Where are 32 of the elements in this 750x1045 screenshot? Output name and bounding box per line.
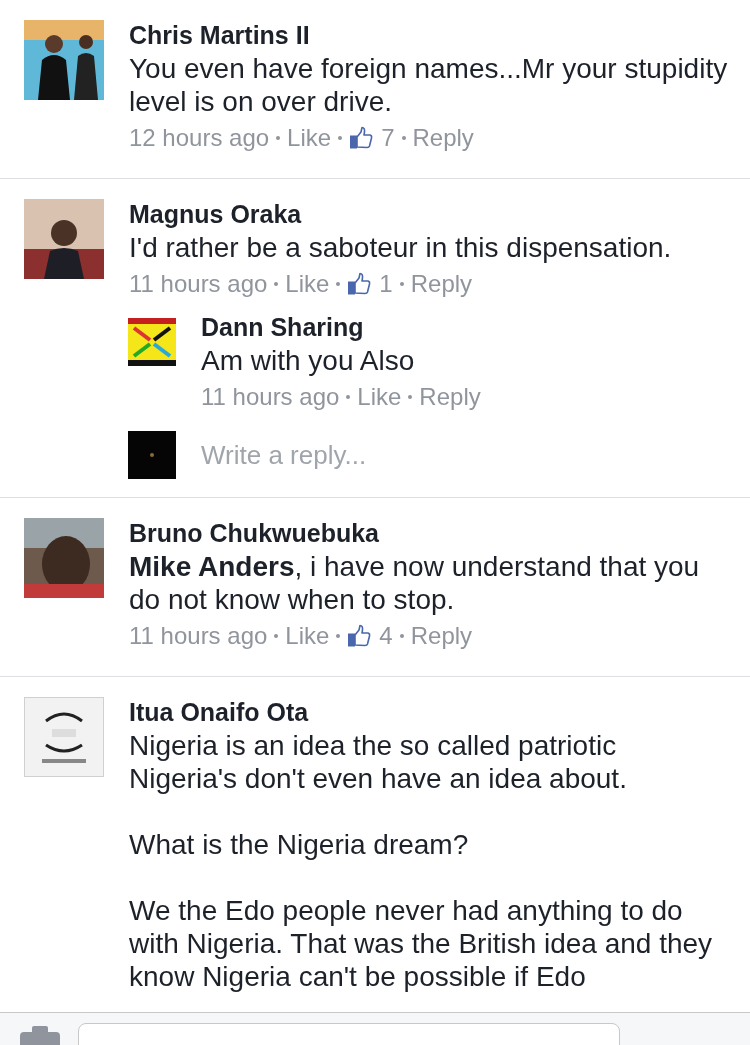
- reply-field[interactable]: Write a reply...: [201, 435, 728, 475]
- comment-text: You even have foreign names...Mr your stupidity level is on over drive.: [129, 52, 728, 118]
- thumbs-up-icon: [349, 126, 374, 150]
- commenter-name[interactable]: Dann Sharing: [201, 312, 728, 342]
- commenter-name[interactable]: Itua Onaifo Ota: [129, 697, 728, 727]
- commenter-name[interactable]: Bruno Chukwuebuka: [129, 518, 728, 548]
- reply-link[interactable]: Reply: [419, 381, 481, 413]
- comment-time: 12 hours ago: [129, 123, 270, 153]
- like-count: 7: [381, 123, 395, 153]
- comment-text: We the Edo people never had anything to do with Nigeria. That was the British idea and they know Nigeria can't be possible if Edo: [129, 894, 714, 993]
- reply-link[interactable]: Reply: [410, 268, 473, 300]
- comment-text: Nigeria is an idea the so called patriotic Nigeria's don't even have an idea about.: [129, 729, 628, 795]
- comment-time: 11 hours ago: [129, 621, 268, 651]
- comment-text: Am with you Also: [201, 344, 416, 377]
- like-link[interactable]: Like: [287, 122, 332, 154]
- like-count: 4: [379, 621, 393, 651]
- comment-time: 11 hours ago: [201, 382, 340, 412]
- reply-link[interactable]: Reply: [412, 122, 474, 154]
- like-link[interactable]: Like: [285, 620, 330, 652]
- comment-text: Mike Anders, i have now understand that you do not know when to stop.: [129, 550, 701, 616]
- comment-text: What is the Nigeria dream?: [129, 828, 470, 861]
- like-link[interactable]: Like: [285, 268, 330, 300]
- reply-link[interactable]: Reply: [410, 620, 473, 652]
- commenter-name[interactable]: Magnus Oraka: [129, 199, 728, 229]
- camera-icon[interactable]: [20, 1026, 60, 1045]
- like-count: 1: [379, 269, 393, 299]
- comment-text: I'd rather be a saboteur in this dispensation.: [129, 231, 673, 264]
- like-link[interactable]: Like: [357, 381, 402, 413]
- thumbs-up-icon: [347, 624, 372, 648]
- commenter-name[interactable]: Chris Martins II: [129, 20, 728, 50]
- comment-time: 11 hours ago: [129, 269, 268, 299]
- thumbs-up-icon: [347, 272, 372, 296]
